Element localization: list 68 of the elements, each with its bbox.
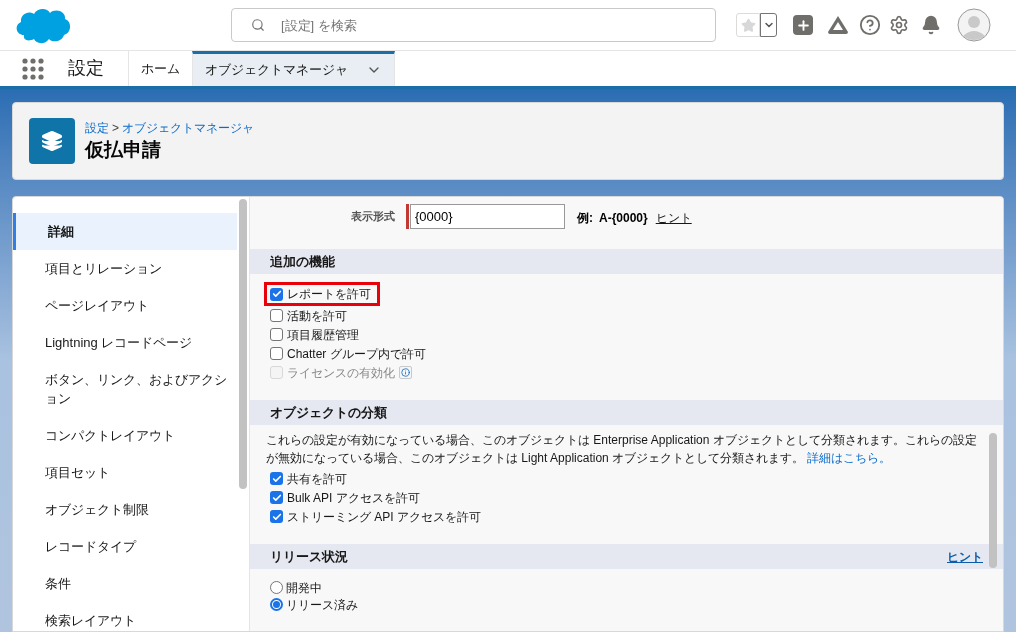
breadcrumb-separator: > xyxy=(112,120,119,137)
checkbox[interactable] xyxy=(270,328,283,341)
help-icon[interactable] xyxy=(859,14,881,36)
checkbox-label: ストリーミング API アクセスを許可 xyxy=(287,508,481,526)
radio-label: リリース済み xyxy=(286,596,358,614)
checkbox[interactable] xyxy=(270,287,283,301)
sidebar-item[interactable]: ボタン、リンク、およびアクション xyxy=(13,361,237,417)
star-icon xyxy=(740,17,756,33)
checkbox[interactable] xyxy=(270,491,283,504)
avatar[interactable] xyxy=(957,8,991,42)
example-label: 例: xyxy=(577,210,593,227)
check-icon xyxy=(271,289,282,299)
hint-link[interactable]: ヒント xyxy=(655,204,692,227)
app-launcher-icon[interactable] xyxy=(22,57,44,80)
checkbox[interactable] xyxy=(270,510,283,523)
checkbox[interactable] xyxy=(270,347,283,360)
search-icon xyxy=(251,18,265,32)
breadcrumb-link[interactable]: オブジェクトマネージャ xyxy=(122,119,254,137)
mountain-icon[interactable] xyxy=(827,15,849,35)
favorites-menu-button[interactable] xyxy=(760,13,777,37)
scrollbar[interactable] xyxy=(989,433,997,568)
sidebar-item[interactable]: 項目とリレーション xyxy=(13,250,237,287)
check-icon xyxy=(271,473,282,484)
sidebar-item[interactable]: Lightning レコードページ xyxy=(13,324,237,361)
sidebar-item[interactable]: オブジェクト制限 xyxy=(13,491,237,528)
sidebar-item[interactable]: 項目セット xyxy=(13,454,237,491)
layers-icon xyxy=(41,130,63,152)
checkbox-label: Bulk API アクセスを許可 xyxy=(287,489,420,507)
radio-button[interactable] xyxy=(270,598,283,611)
sidebar-item[interactable]: 詳細 xyxy=(13,213,237,250)
info-button[interactable] xyxy=(399,366,412,379)
section-title: 追加の機能 xyxy=(270,252,335,271)
format-input[interactable]: {0000} xyxy=(410,204,565,229)
plus-icon xyxy=(795,17,811,33)
details-link[interactable]: 詳細はこちら。 xyxy=(807,451,892,465)
scrollbar[interactable] xyxy=(239,199,247,489)
checkbox-label: Chatter グループ内で許可 xyxy=(287,345,426,363)
description-text: これらの設定が有効になっている場合、このオブジェクトは Enterprise Application オブジェクトとして分類されます。これらの設定が無効になっている場合、このオブジェクトは Light Application オブジェクトとして分類されます。 詳細はこちら。 xyxy=(266,432,978,467)
check-icon xyxy=(271,492,282,503)
sidebar-item[interactable]: レコードタイプ xyxy=(13,528,237,565)
checkbox[interactable] xyxy=(270,309,283,322)
checkbox-label: ライセンスの有効化 xyxy=(287,364,395,382)
check-icon xyxy=(271,511,282,522)
example-value: A-{0000} xyxy=(599,210,648,227)
breadcrumb-link[interactable]: 設定 xyxy=(85,119,109,137)
notification-icon[interactable] xyxy=(921,15,941,35)
add-button[interactable] xyxy=(793,15,813,35)
sidebar-item[interactable]: 条件 xyxy=(13,565,237,602)
info-icon xyxy=(401,368,410,377)
sidebar-item[interactable]: ページレイアウト xyxy=(13,287,237,324)
nav-tab[interactable]: オブジェクトマネージャ xyxy=(192,51,395,86)
field-label: 表示形式 xyxy=(350,209,395,224)
sidebar-item[interactable]: コンパクトレイアウト xyxy=(13,417,237,454)
search-field[interactable]: [設定] を検索 xyxy=(231,8,716,42)
checkbox-label: レポートを許可 xyxy=(287,286,371,303)
radio-button[interactable] xyxy=(270,581,283,594)
section-title: オブジェクトの分類 xyxy=(270,403,387,422)
settings-icon[interactable] xyxy=(889,15,909,35)
page-title: 仮払申請 xyxy=(85,138,162,162)
checkbox[interactable] xyxy=(270,472,283,485)
hint-link[interactable]: ヒント xyxy=(947,547,983,566)
app-title: 設定 xyxy=(68,57,105,80)
checkbox-label: 共有を許可 xyxy=(287,470,347,488)
checkbox-label: 項目履歴管理 xyxy=(287,326,359,344)
checkbox-label: 活動を許可 xyxy=(287,307,347,325)
radio-label: 開発中 xyxy=(286,579,322,597)
section-title: リリース状況 xyxy=(270,547,348,566)
sidebar-item[interactable]: 検索レイアウト xyxy=(13,602,237,631)
